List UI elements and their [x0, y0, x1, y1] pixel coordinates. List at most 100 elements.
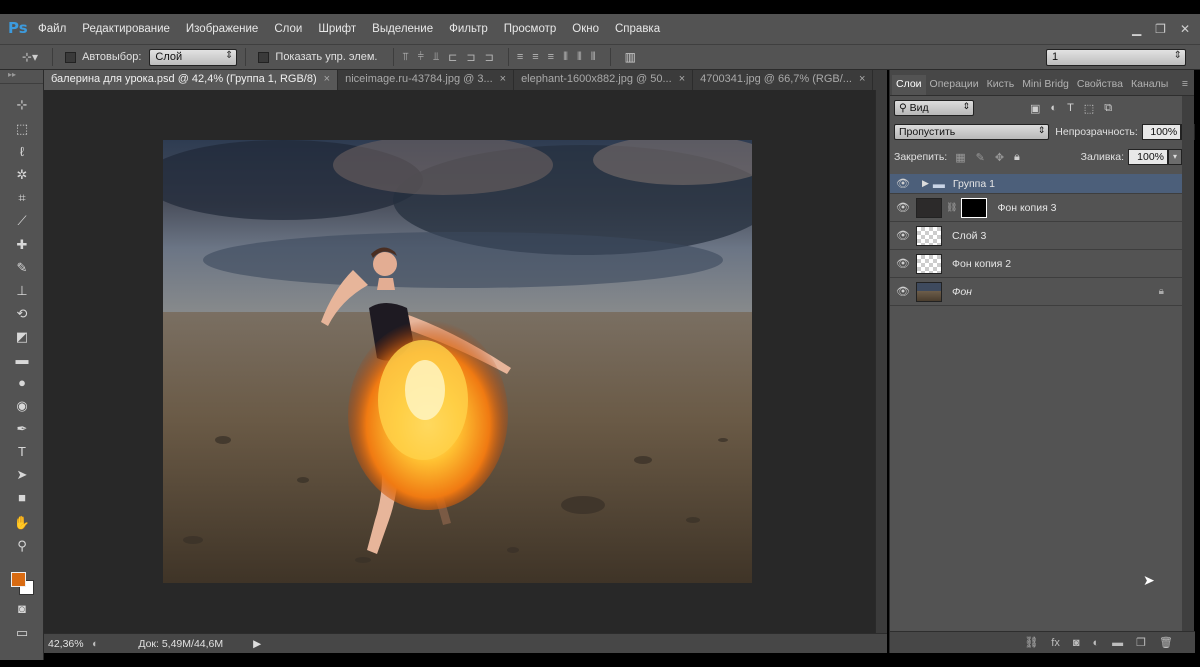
- visibility-eye-icon[interactable]: 👁︎: [890, 257, 916, 270]
- eraser-tool-icon[interactable]: ◩: [11, 328, 33, 346]
- zoom-level[interactable]: 42,36%: [48, 638, 88, 650]
- brush-tool-icon[interactable]: ✎: [11, 259, 33, 277]
- fill-input[interactable]: 100%: [1128, 149, 1168, 165]
- lasso-tool-icon[interactable]: ℓ: [11, 143, 33, 161]
- visibility-eye-icon[interactable]: 👁︎: [890, 285, 916, 298]
- menu-image[interactable]: Изображение: [178, 23, 266, 35]
- tab-niceimage[interactable]: niceimage.ru-43784.jpg @ 3... ×: [338, 70, 515, 90]
- dodge-tool-icon[interactable]: ◉: [11, 397, 33, 415]
- lock-position-icon[interactable]: ✥: [995, 151, 1004, 164]
- tab-properties[interactable]: Свойства: [1073, 78, 1127, 95]
- menu-help[interactable]: Справка: [607, 23, 668, 35]
- crop-tool-icon[interactable]: ⌗: [11, 189, 33, 207]
- tab-close-icon[interactable]: ×: [324, 73, 330, 85]
- distribute-right-icon[interactable]: ⦀: [591, 51, 596, 64]
- document-canvas[interactable]: [163, 140, 752, 583]
- layer-row-group-1[interactable]: 👁︎ ▶ ▬ Группа 1: [890, 174, 1182, 194]
- layer-mask-thumbnail[interactable]: [961, 197, 988, 218]
- align-right-icon[interactable]: ⊐: [485, 51, 494, 64]
- distribute-top-icon[interactable]: ≡: [517, 51, 523, 64]
- canvas-area[interactable]: [44, 90, 875, 633]
- history-brush-tool-icon[interactable]: ⟲: [11, 305, 33, 323]
- align-top-icon[interactable]: ⫪: [402, 51, 408, 64]
- panel-menu-icon[interactable]: ≡: [1178, 78, 1192, 95]
- add-mask-icon[interactable]: ◙: [1073, 637, 1080, 649]
- layer-row-layer-3[interactable]: 👁︎ Слой 3: [890, 222, 1182, 250]
- workspace-dropdown[interactable]: 1: [1046, 49, 1186, 66]
- layer-row-background[interactable]: 👁︎ Фон 🔒︎: [890, 278, 1182, 306]
- filter-pixel-icon[interactable]: ▣: [1030, 102, 1040, 115]
- show-transform-controls-checkbox[interactable]: [258, 51, 270, 63]
- foreground-color-swatch[interactable]: [11, 572, 26, 587]
- pen-tool-icon[interactable]: ✒: [11, 420, 33, 438]
- gradient-tool-icon[interactable]: ▬: [11, 351, 33, 369]
- tab-brush[interactable]: Кисть: [983, 78, 1019, 95]
- status-arrow-icon[interactable]: ▶: [253, 638, 261, 650]
- shape-tool-icon[interactable]: ■: [11, 489, 33, 507]
- opacity-input[interactable]: 100%: [1141, 124, 1182, 140]
- filter-adjustment-icon[interactable]: ◐: [1050, 102, 1057, 115]
- tab-close-icon[interactable]: ×: [859, 73, 865, 85]
- lock-pixels-icon[interactable]: ✎: [976, 151, 985, 164]
- layers-scrollbar[interactable]: [1182, 96, 1194, 631]
- menu-window[interactable]: Окно: [564, 23, 607, 35]
- tab-mini-bridge[interactable]: Mini Bridg: [1018, 78, 1073, 95]
- align-left-icon[interactable]: ⊏: [448, 51, 457, 64]
- close-icon[interactable]: ✕: [1180, 22, 1190, 36]
- zoom-tool-icon[interactable]: ⚲: [11, 537, 33, 555]
- hand-tool-icon[interactable]: ✋: [11, 514, 33, 532]
- align-bottom-icon[interactable]: ⫫: [433, 51, 439, 64]
- new-adjustment-layer-icon[interactable]: ◐: [1093, 637, 1100, 649]
- minimize-icon[interactable]: ▁: [1132, 22, 1141, 36]
- autoselect-dropdown[interactable]: Слой: [149, 48, 238, 66]
- link-layers-icon[interactable]: ⛓︎: [1024, 636, 1038, 649]
- type-tool-icon[interactable]: T: [11, 443, 33, 461]
- layer-row-background-copy-2[interactable]: 👁︎ Фон копия 2: [890, 250, 1182, 278]
- status-menu-icon[interactable]: ◐: [92, 638, 98, 650]
- menu-view[interactable]: Просмотр: [496, 23, 565, 35]
- magic-wand-tool-icon[interactable]: ✲: [11, 166, 33, 184]
- fill-slider-toggle[interactable]: ▾: [1168, 149, 1182, 165]
- tab-4700341[interactable]: 4700341.jpg @ 66,7% (RGB/... ×: [693, 70, 874, 90]
- menu-type[interactable]: Шрифт: [310, 23, 364, 35]
- tab-channels[interactable]: Каналы: [1127, 78, 1172, 95]
- eyedropper-tool-icon[interactable]: ⟋: [11, 212, 33, 230]
- tab-layers[interactable]: Слои: [892, 75, 926, 95]
- quick-mask-icon[interactable]: ◙: [11, 600, 33, 618]
- path-selection-tool-icon[interactable]: ➤: [11, 466, 33, 484]
- move-tool-icon[interactable]: ⊹: [11, 96, 33, 114]
- tab-ballerina[interactable]: балерина для урока.psd @ 42,4% (Группа 1…: [44, 70, 339, 90]
- tab-actions[interactable]: Операции: [926, 78, 983, 95]
- menu-filter[interactable]: Фильтр: [441, 23, 496, 35]
- distribute-bottom-icon[interactable]: ≡: [548, 51, 554, 64]
- new-group-icon[interactable]: ▬: [1112, 637, 1123, 649]
- menu-file[interactable]: Файл: [30, 23, 74, 35]
- tab-close-icon[interactable]: ×: [500, 73, 506, 85]
- layer-style-fx-icon[interactable]: fx: [1051, 637, 1060, 649]
- align-vcenter-icon[interactable]: ⫩: [418, 51, 424, 64]
- distribute-left-icon[interactable]: ⦀: [563, 51, 568, 64]
- blur-tool-icon[interactable]: ●: [11, 374, 33, 392]
- tab-close-icon[interactable]: ×: [679, 73, 685, 85]
- mask-link-icon[interactable]: ⛓︎: [946, 202, 957, 213]
- visibility-eye-icon[interactable]: 👁︎: [890, 177, 916, 190]
- menu-select[interactable]: Выделение: [364, 23, 441, 35]
- new-layer-icon[interactable]: ❐: [1136, 636, 1146, 649]
- screen-mode-icon[interactable]: ▭: [11, 624, 33, 642]
- lock-all-icon[interactable]: 🔒︎: [1014, 151, 1020, 164]
- distribute-vcenter-icon[interactable]: ≡: [532, 51, 538, 64]
- layer-row-background-copy-3[interactable]: 👁︎ ⛓︎ Фон копия 3: [890, 194, 1182, 222]
- align-hcenter-icon[interactable]: ⊐: [466, 51, 475, 64]
- move-tool-preset-icon[interactable]: ⊹▾: [16, 50, 44, 64]
- menu-edit[interactable]: Редактирование: [74, 23, 178, 35]
- canvas-vertical-scrollbar[interactable]: [875, 90, 887, 633]
- expand-arrow-icon[interactable]: ▶: [922, 178, 929, 189]
- filter-type-icon[interactable]: T: [1067, 102, 1074, 115]
- tab-elephant[interactable]: elephant-1600x882.jpg @ 50... ×: [514, 70, 694, 90]
- visibility-eye-icon[interactable]: 👁︎: [890, 229, 916, 242]
- distribute-hcenter-icon[interactable]: ⦀: [577, 51, 582, 64]
- blend-mode-dropdown[interactable]: Пропустить: [894, 124, 1050, 140]
- toolbar-collapse-strip[interactable]: ▸▸: [0, 70, 43, 84]
- filter-smart-object-icon[interactable]: ⧉: [1104, 102, 1112, 115]
- autoselect-checkbox[interactable]: [65, 51, 77, 63]
